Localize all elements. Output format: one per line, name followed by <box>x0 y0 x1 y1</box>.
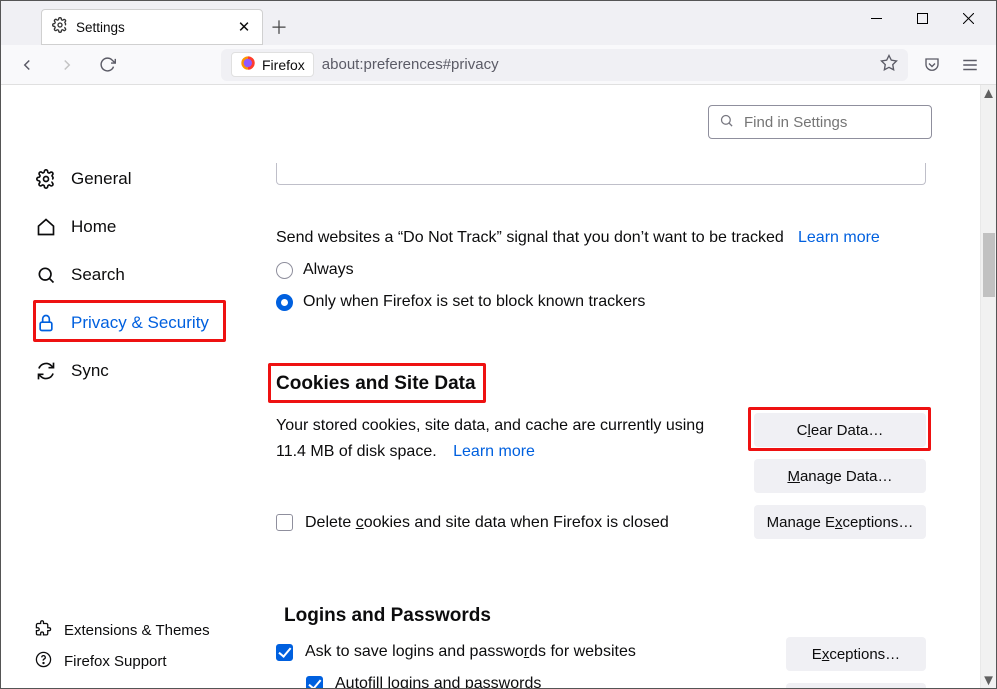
sidebar-label: Extensions & Themes <box>64 622 210 639</box>
sidebar-firefox-support[interactable]: Firefox Support <box>35 651 210 672</box>
sidebar-item-general[interactable]: General <box>35 155 236 203</box>
identity-label: Firefox <box>262 57 305 73</box>
sidebar-label: General <box>71 169 131 189</box>
sidebar-item-search[interactable]: Search <box>35 251 236 299</box>
navigation-toolbar: Firefox about:preferences#privacy <box>1 45 996 85</box>
pocket-icon[interactable] <box>916 49 948 81</box>
window-close-button[interactable] <box>946 3 990 33</box>
checkbox-delete-on-close[interactable]: Delete cookies and site data when Firefo… <box>276 510 734 536</box>
checkbox-icon <box>276 514 293 531</box>
manage-exceptions-button[interactable]: Manage Exceptions… <box>754 505 926 539</box>
sidebar-label: Home <box>71 217 116 237</box>
url-bar[interactable]: Firefox about:preferences#privacy <box>221 49 908 81</box>
titlebar: Settings ✕ ＋ <box>1 1 996 45</box>
radio-always[interactable]: Always <box>276 261 926 279</box>
checkbox-autofill-logins[interactable]: Autofill logins and passwords <box>306 675 766 688</box>
forward-button[interactable] <box>51 49 83 81</box>
partial-box <box>276 163 926 185</box>
settings-sidebar: General Home Search Privacy & Security S… <box>1 85 236 688</box>
puzzle-icon <box>35 620 52 641</box>
search-input[interactable] <box>742 113 921 132</box>
radio-icon <box>276 294 293 311</box>
gear-icon <box>52 17 68 37</box>
main-panel: Send websites a “Do Not Track” signal th… <box>236 85 996 688</box>
checkbox-label: Ask to save logins and passwords for web… <box>305 643 636 661</box>
close-tab-icon[interactable]: ✕ <box>236 18 252 36</box>
radio-only-blocking[interactable]: Only when Firefox is set to block known … <box>276 293 926 311</box>
radio-icon <box>276 262 293 279</box>
new-tab-button[interactable]: ＋ <box>263 9 295 45</box>
window-maximize-button[interactable] <box>900 3 944 33</box>
checkbox-label: Delete cookies and site data when Firefo… <box>305 510 669 536</box>
bookmark-star-icon[interactable] <box>880 54 898 76</box>
search-icon <box>719 113 734 132</box>
sidebar-label: Search <box>71 265 125 285</box>
sidebar-item-sync[interactable]: Sync <box>35 347 236 395</box>
back-button[interactable] <box>11 49 43 81</box>
url-text: about:preferences#privacy <box>322 56 499 73</box>
scroll-up-arrow[interactable]: ▲ <box>981 85 996 101</box>
sidebar-item-home[interactable]: Home <box>35 203 236 251</box>
window-minimize-button[interactable] <box>854 3 898 33</box>
home-icon <box>35 217 57 237</box>
radio-label: Only when Firefox is set to block known … <box>303 293 645 311</box>
clear-data-button[interactable]: Clear Data… <box>754 413 926 447</box>
search-icon <box>35 265 57 285</box>
firefox-icon <box>240 55 256 74</box>
scroll-thumb[interactable] <box>983 233 995 297</box>
identity-box[interactable]: Firefox <box>231 52 314 77</box>
checkbox-icon <box>306 676 323 689</box>
saved-logins-button[interactable]: Saved Logins… <box>786 683 926 688</box>
scrollbar[interactable]: ▲ ▼ <box>980 85 996 688</box>
tab-label: Settings <box>76 20 228 35</box>
checkbox-label: Autofill logins and passwords <box>335 675 541 688</box>
cookies-learn-more-link[interactable]: Learn more <box>453 443 535 460</box>
sidebar-extensions-themes[interactable]: Extensions & Themes <box>35 620 210 641</box>
dnt-learn-more-link[interactable]: Learn more <box>798 229 880 246</box>
sidebar-label: Privacy & Security <box>71 313 209 333</box>
checkbox-ask-save-logins[interactable]: Ask to save logins and passwords for web… <box>276 643 766 661</box>
sync-icon <box>35 361 57 381</box>
find-in-settings[interactable] <box>708 105 932 139</box>
lock-icon <box>35 313 57 333</box>
scroll-down-arrow[interactable]: ▼ <box>981 672 996 688</box>
manage-data-button[interactable]: Manage Data… <box>754 459 926 493</box>
help-icon <box>35 651 52 672</box>
sidebar-label: Sync <box>71 361 109 381</box>
logins-exceptions-button[interactable]: Exceptions… <box>786 637 926 671</box>
dnt-text: Send websites a “Do Not Track” signal th… <box>276 229 784 246</box>
heading-logins: Logins and Passwords <box>284 599 926 633</box>
heading-cookies: Cookies and Site Data <box>276 367 926 401</box>
checkbox-icon <box>276 644 293 661</box>
sidebar-label: Firefox Support <box>64 653 167 670</box>
reload-button[interactable] <box>91 49 123 81</box>
tab-settings[interactable]: Settings ✕ <box>41 9 263 45</box>
sidebar-item-privacy[interactable]: Privacy & Security <box>35 299 236 347</box>
radio-label: Always <box>303 261 354 279</box>
gear-icon <box>35 169 57 189</box>
app-menu-button[interactable] <box>954 49 986 81</box>
